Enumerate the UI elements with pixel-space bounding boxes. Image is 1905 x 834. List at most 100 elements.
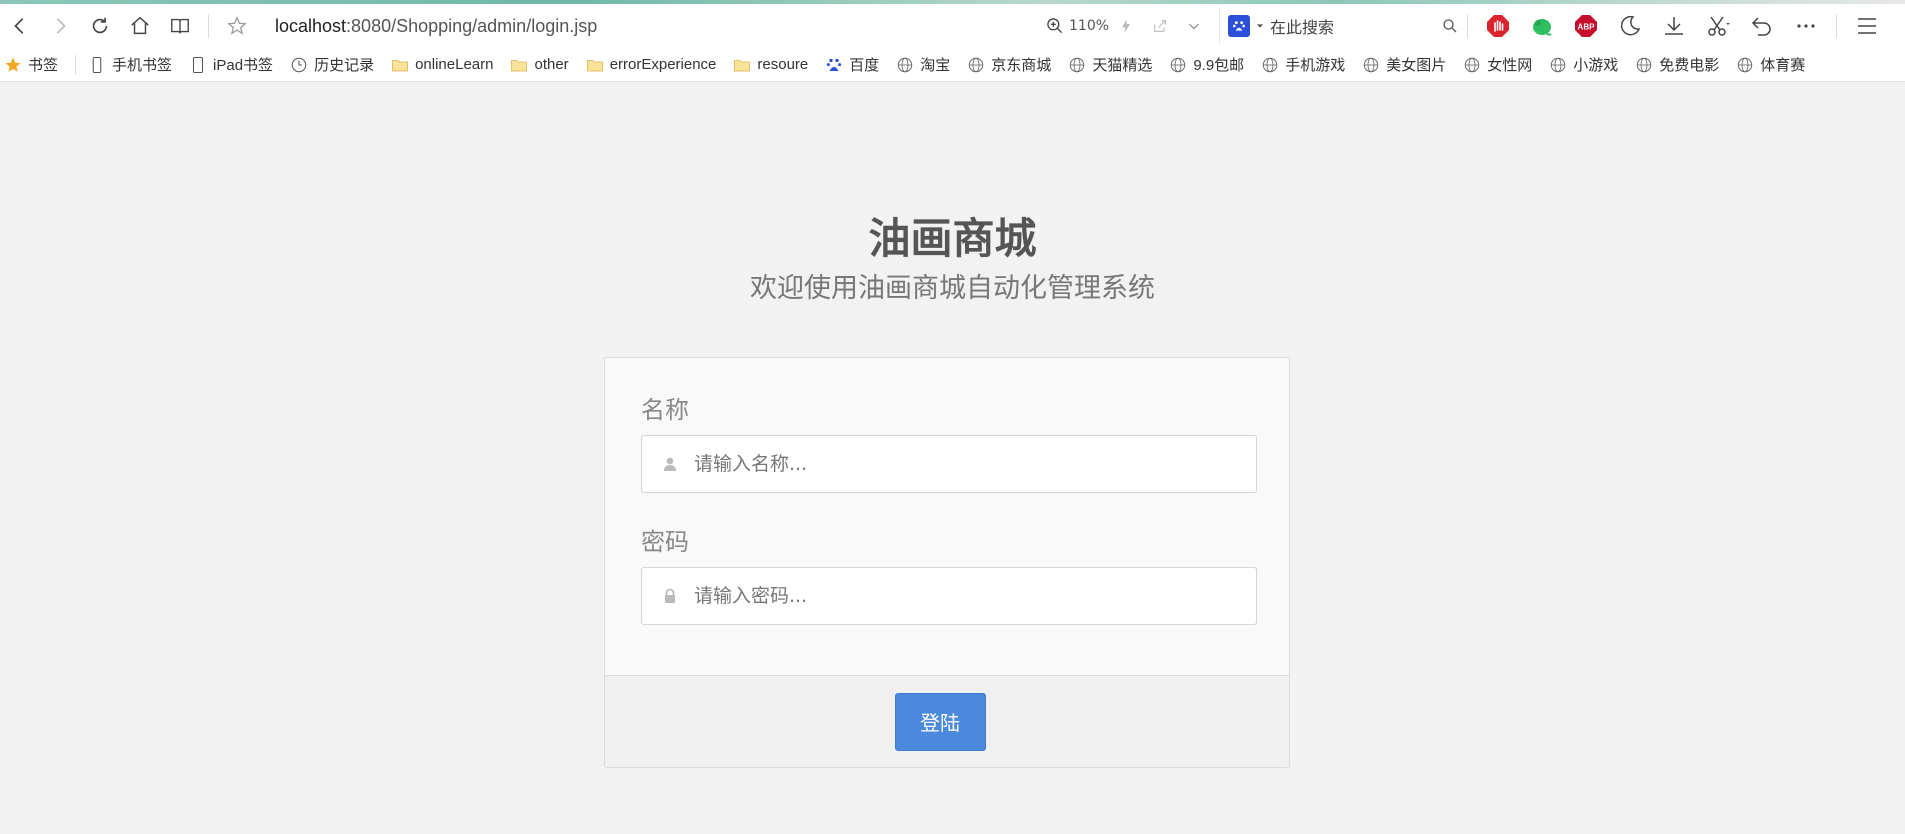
forward-button[interactable] [40, 6, 80, 46]
login-page: 油画商城 欢迎使用油画商城自动化管理系统 名称 密码 登陆 [0, 83, 1905, 834]
reading-mode-button[interactable] [160, 6, 200, 46]
home-button[interactable] [120, 6, 160, 46]
url-host: localhost [275, 15, 347, 36]
undo-close-tab-button[interactable] [1740, 6, 1784, 46]
globe-icon [1261, 56, 1279, 74]
globe-icon [1068, 56, 1086, 74]
bookmark-item[interactable]: 体育赛 [1736, 54, 1805, 75]
bookmark-label: 天猫精选 [1092, 57, 1153, 74]
night-mode-button[interactable] [1608, 6, 1652, 46]
password-input[interactable] [692, 584, 1252, 608]
lightning-icon [1122, 19, 1131, 33]
bookmark-item[interactable]: 女性网 [1463, 54, 1532, 75]
bookmark-label: 美女图片 [1386, 57, 1447, 74]
bookmark-label: resoure [757, 56, 809, 73]
bookmark-item[interactable]: 手机书签 [88, 54, 172, 75]
bookmark-star-button[interactable] [217, 6, 257, 46]
more-options-button[interactable] [1784, 6, 1828, 46]
bookmark-label: 9.9包邮 [1193, 57, 1245, 74]
bookmark-item[interactable]: 免费电影 [1635, 54, 1719, 75]
bookmark-item[interactable]: onlineLearn [391, 56, 493, 74]
adblock-plus-extension[interactable]: ABP [1564, 6, 1608, 46]
globe-icon [1362, 56, 1380, 74]
reload-icon [92, 17, 108, 34]
search-placeholder: 在此搜索 [1270, 18, 1335, 37]
screenshot-button[interactable] [1696, 6, 1740, 46]
bookmark-item[interactable]: 美女图片 [1362, 54, 1446, 75]
globe-icon [1549, 56, 1567, 74]
name-input[interactable] [692, 452, 1252, 476]
url-path: :8080/Shopping/admin/login.jsp [346, 15, 598, 36]
search-icon[interactable] [1441, 17, 1459, 35]
scissors-icon [1708, 16, 1731, 36]
toolbar-divider [1836, 14, 1838, 38]
bookmark-item[interactable]: 京东商城 [967, 54, 1051, 75]
engine-dropdown-icon[interactable] [1256, 22, 1264, 30]
bookmark-item[interactable]: 手机游戏 [1261, 54, 1345, 75]
clock-icon [290, 56, 308, 74]
password-label: 密码 [641, 528, 689, 556]
folder-icon [733, 56, 751, 74]
bookmark-item[interactable]: iPad书签 [189, 54, 273, 75]
bookmark-item[interactable]: other [510, 56, 569, 74]
share-button[interactable] [1143, 18, 1177, 34]
bookmarks-bar: 书签 手机书签 iPad书签 历史记录 onlineLearn other errorEx… [0, 48, 1905, 82]
page-subtitle: 欢迎使用油画商城自动化管理系统 [750, 273, 1155, 304]
reload-button[interactable] [80, 6, 120, 46]
bookmark-item[interactable]: 历史记录 [290, 54, 374, 75]
browser-toolbar: localhost:8080/Shopping/admin/login.jsp … [0, 4, 1905, 48]
bookmarks-menu[interactable]: 书签 [4, 54, 58, 75]
bookmark-label: 百度 [849, 57, 880, 74]
globe-icon [1169, 56, 1187, 74]
bookmark-item[interactable]: 淘宝 [896, 54, 950, 75]
baidu-engine-icon[interactable] [1228, 15, 1251, 37]
zoom-indicator[interactable]: 110% [1045, 16, 1109, 36]
login-button[interactable]: 登陆 [894, 692, 986, 751]
bookmark-item[interactable]: 小游戏 [1549, 54, 1618, 75]
share-icon [1154, 20, 1166, 32]
bookmark-label: 体育赛 [1760, 57, 1806, 74]
adblock-stop-extension[interactable] [1476, 6, 1520, 46]
bookmark-item[interactable]: resoure [733, 56, 808, 74]
hamburger-menu-icon [1858, 18, 1877, 34]
bookmark-label: 免费电影 [1659, 57, 1720, 74]
bookmark-label: 京东商城 [991, 57, 1052, 74]
bookmark-list: 手机书签 iPad书签 历史记录 onlineLearn other errorExper… [88, 54, 1822, 75]
login-form-panel: 名称 密码 登陆 [604, 357, 1290, 768]
baidu-paw-icon [825, 56, 843, 74]
svg-text:ABP: ABP [1578, 23, 1596, 32]
name-field[interactable] [641, 435, 1257, 493]
main-menu-button[interactable] [1845, 6, 1889, 46]
form-footer: 登陆 [605, 675, 1289, 767]
password-field[interactable] [641, 567, 1257, 625]
chevron-right-icon [56, 18, 66, 34]
globe-icon [896, 56, 914, 74]
evernote-extension[interactable] [1520, 6, 1564, 46]
bookmark-label: 女性网 [1487, 57, 1533, 74]
address-bar[interactable]: localhost:8080/Shopping/admin/login.jsp [275, 16, 1015, 37]
bookmark-item[interactable]: errorExperience [586, 56, 716, 74]
bookmark-label: onlineLearn [415, 56, 494, 73]
downloads-button[interactable] [1652, 6, 1696, 46]
more-dropdown-button[interactable] [1177, 18, 1211, 34]
bookmark-item[interactable]: 9.9包邮 [1169, 54, 1244, 75]
abp-icon: ABP [1575, 15, 1598, 37]
download-icon [1665, 17, 1684, 35]
globe-icon [967, 56, 985, 74]
star-outline-icon [227, 16, 247, 35]
book-icon [171, 18, 189, 34]
tablet-icon [189, 56, 207, 74]
bookmark-label: 小游戏 [1573, 57, 1619, 74]
bookmark-label: other [534, 56, 569, 73]
back-button[interactable] [0, 6, 40, 46]
flash-button[interactable] [1109, 18, 1143, 34]
globe-icon [1736, 56, 1754, 74]
search-box[interactable]: 在此搜索 [1219, 8, 1459, 44]
bookmark-item[interactable]: 天猫精选 [1068, 54, 1152, 75]
star-filled-icon [5, 57, 21, 72]
zoom-in-icon [1047, 18, 1063, 34]
bookmark-item[interactable]: 百度 [825, 54, 879, 75]
home-icon [131, 16, 149, 35]
chevron-down-icon [1188, 23, 1200, 30]
undo-icon [1751, 17, 1771, 36]
